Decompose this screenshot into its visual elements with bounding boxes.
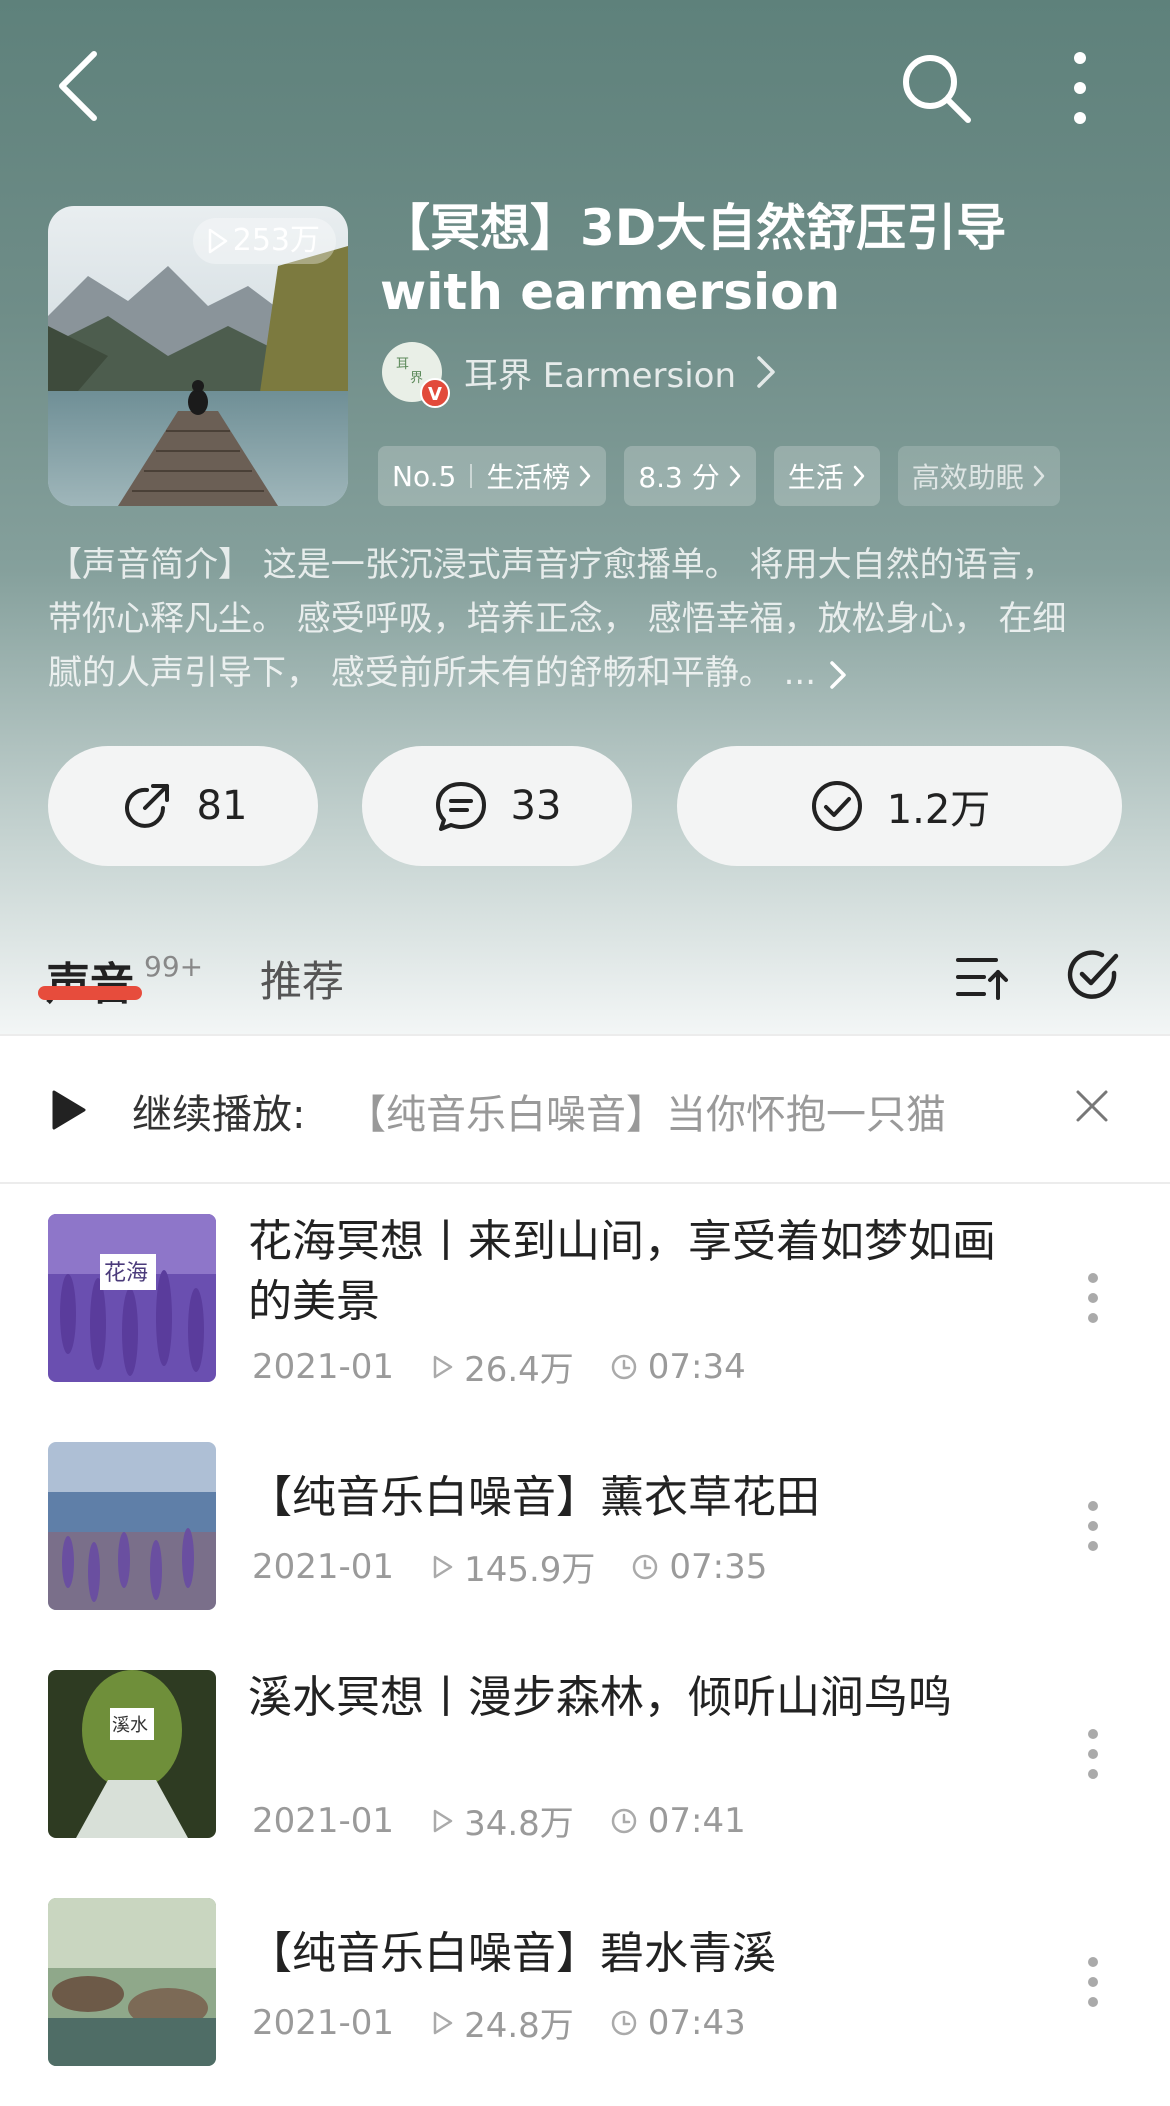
tag-row: No.5 生活榜 8.3 分 生活 高效助眠 (378, 446, 1060, 506)
sort-icon[interactable] (954, 948, 1012, 1006)
share-count: 81 (196, 783, 248, 829)
track-thumbnail (48, 1442, 216, 1610)
track-plays: 34.8万 (464, 1804, 574, 1844)
track-duration: 07:35 (669, 1546, 768, 1587)
continue-track-title[interactable]: 【纯音乐白噪音】当你怀抱一只猫 (346, 1082, 946, 1140)
track-item[interactable]: 溪水 溪水冥想丨漫步森林，倾听山涧鸟鸣 2021-01 34.8万 07:41 (0, 1670, 1170, 1896)
chevron-right-icon (1033, 465, 1045, 487)
continue-label: 继续播放: (132, 1092, 306, 1138)
score: 8.3 分 (638, 461, 720, 494)
tab-sounds[interactable]: 声音 (46, 948, 134, 1012)
play-count-icon (433, 1355, 453, 1378)
rank-no: No.5 (392, 459, 457, 493)
continue-playing-bar[interactable]: 继续播放: 【纯音乐白噪音】当你怀抱一只猫 (0, 1036, 1170, 1184)
track-duration: 07:34 (647, 1346, 746, 1387)
author-avatar[interactable]: 耳 界 V (382, 342, 450, 408)
play-outline-icon (208, 228, 227, 254)
svg-text:界: 界 (410, 371, 423, 386)
track-title[interactable]: 花海冥想丨来到山间，享受着如梦如画的美景 (248, 1212, 1008, 1332)
track-date: 2021-01 (252, 2002, 395, 2043)
tab-sounds-count: 99+ (144, 950, 204, 983)
clock-icon (611, 1808, 637, 1833)
comment-icon (435, 782, 486, 831)
tab-bar: 声音 99+ 推荐 (0, 930, 1170, 1030)
track-thumbnail: 花海 (48, 1214, 216, 1382)
back-chevron-icon[interactable] (52, 46, 112, 126)
chevron-right-icon (757, 356, 775, 388)
category: 生活 (787, 461, 844, 494)
close-icon[interactable] (1072, 1086, 1112, 1126)
expand-chevron-icon[interactable] (827, 658, 849, 692)
track-plays: 24.8万 (464, 2006, 574, 2046)
more-vertical-icon[interactable] (1086, 1956, 1100, 2008)
rank-list: 生活榜 (486, 461, 571, 494)
track-item[interactable]: 花海 花海冥想丨来到山间，享受着如梦如画的美景 2021-01 26.4万 07… (0, 1214, 1170, 1440)
comment-button[interactable]: 33 (362, 746, 632, 866)
subscribe-count: 1.2万 (886, 787, 991, 833)
more-vertical-icon[interactable] (1086, 1500, 1100, 1552)
album-header (0, 0, 1170, 1035)
play-count: 253万 (232, 223, 320, 258)
album-title: 【冥想】3D大自然舒压引导with earmersion (380, 199, 1007, 321)
track-plays: 26.4万 (464, 1350, 574, 1390)
divider (0, 1182, 1170, 1184)
track-date: 2021-01 (252, 1800, 395, 1841)
check-circle-icon (811, 781, 862, 831)
clock-icon (611, 1354, 637, 1379)
tab-recommend[interactable]: 推荐 (260, 948, 344, 1009)
clock-icon (633, 1554, 658, 1579)
track-title[interactable]: 溪水冥想丨漫步森林，倾听山涧鸟鸣 (248, 1668, 1008, 1728)
play-count-icon (433, 1809, 453, 1832)
track-item[interactable]: 【纯音乐白噪音】薰衣草花田 2021-01 145.9万 07:35 (0, 1442, 1170, 1668)
track-meta: 2021-01 24.8万 07:43 (252, 1998, 746, 2047)
chevron-right-icon (853, 465, 865, 487)
album-cover[interactable]: 253万 (48, 206, 348, 506)
track-thumbnail: 溪水 (48, 1670, 216, 1838)
category-tag[interactable]: 生活 (773, 446, 880, 506)
verified-badge-icon: V (420, 378, 450, 408)
comment-count: 33 (510, 783, 562, 829)
track-duration: 07:43 (647, 2002, 746, 2043)
search-icon[interactable] (896, 48, 976, 128)
intro-text: 【声音简介】 这是一张沉浸式声音疗愈播单。 将用大自然的语言， 带你心释凡尘。 … (48, 545, 1067, 693)
track-duration: 07:41 (647, 1800, 746, 1841)
clock-icon (611, 2010, 637, 2035)
score-tag[interactable]: 8.3 分 (624, 446, 756, 506)
play-count-icon (433, 1555, 453, 1578)
rank-tag[interactable]: No.5 生活榜 (378, 446, 607, 506)
more-vertical-icon[interactable] (1086, 1272, 1100, 1324)
track-meta: 2021-01 34.8万 07:41 (252, 1796, 746, 1845)
track-item[interactable]: 【纯音乐白噪音】碧水青溪 2021-01 24.8万 07:43 (0, 1898, 1170, 2106)
batch-select-icon[interactable] (1064, 946, 1122, 1004)
svg-text:耳: 耳 (396, 357, 409, 372)
chevron-right-icon (580, 465, 591, 487)
keyword-tag[interactable]: 高效助眠 (897, 446, 1060, 506)
share-icon (124, 784, 169, 828)
track-date: 2021-01 (252, 1346, 395, 1387)
track-thumbnail (48, 1898, 216, 2066)
track-meta: 2021-01 145.9万 07:35 (252, 1542, 767, 1591)
play-count-icon (433, 2011, 453, 2034)
active-tab-indicator (38, 986, 142, 1000)
play-icon[interactable] (48, 1088, 88, 1132)
track-meta: 2021-01 26.4万 07:34 (252, 1342, 746, 1391)
tag-separator (470, 464, 473, 488)
chevron-right-icon (729, 465, 741, 487)
track-date: 2021-01 (252, 1546, 395, 1587)
share-button[interactable]: 81 (48, 746, 318, 866)
album-intro[interactable]: 【声音简介】 这是一张沉浸式声音疗愈播单。 将用大自然的语言， 带你心释凡尘。 … (48, 538, 1088, 700)
track-plays: 145.9万 (464, 1550, 596, 1590)
subscribe-button[interactable]: 1.2万 (677, 746, 1122, 866)
author-name[interactable]: 耳界 Earmersion (464, 348, 736, 397)
more-vertical-icon[interactable] (1056, 46, 1104, 130)
track-title[interactable]: 【纯音乐白噪音】薰衣草花田 (248, 1468, 1008, 1528)
play-count-badge: 253万 (192, 218, 336, 264)
thumb-text: 溪水 (112, 1715, 148, 1736)
author-row[interactable]: 耳 界 V 耳界 Earmersion (382, 340, 778, 408)
track-title[interactable]: 【纯音乐白噪音】碧水青溪 (248, 1924, 1008, 1984)
more-vertical-icon[interactable] (1086, 1728, 1100, 1780)
thumb-text: 花海 (104, 1261, 148, 1286)
keyword: 高效助眠 (911, 461, 1024, 494)
